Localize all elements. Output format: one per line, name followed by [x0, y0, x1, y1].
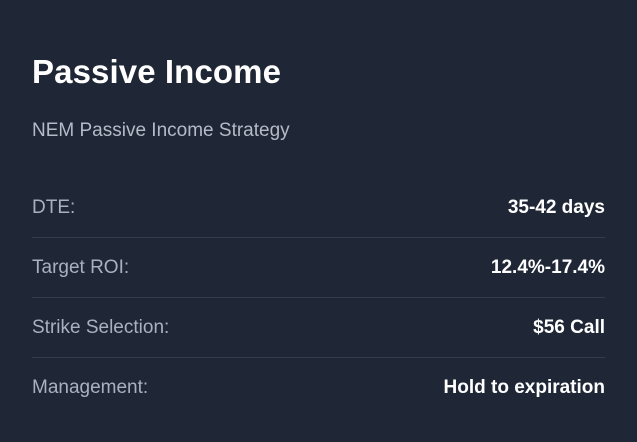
card-subtitle: NEM Passive Income Strategy: [32, 120, 290, 141]
detail-row-strike-selection: Strike Selection: $56 Call: [32, 298, 605, 358]
dte-label: DTE:: [32, 196, 76, 218]
detail-row-management: Management: Hold to expiration: [32, 358, 605, 417]
detail-row-target-roi: Target ROI: 12.4%-17.4%: [32, 238, 605, 298]
dte-value: 35-42 days: [507, 196, 605, 218]
target-roi-value: 12.4%-17.4%: [490, 256, 605, 278]
management-label: Management:: [32, 376, 149, 398]
strike-selection-label: Strike Selection:: [32, 316, 170, 338]
strategy-details: DTE: 35-42 days Target ROI: 12.4%-17.4% …: [32, 178, 605, 417]
detail-row-dte: DTE: 35-42 days: [32, 178, 605, 238]
management-value: Hold to expiration: [443, 376, 606, 398]
target-roi-label: Target ROI:: [32, 256, 130, 278]
strategy-card: Passive Income NEM Passive Income Strate…: [0, 0, 637, 442]
strike-selection-value: $56 Call: [533, 316, 605, 338]
card-title: Passive Income: [32, 53, 282, 90]
